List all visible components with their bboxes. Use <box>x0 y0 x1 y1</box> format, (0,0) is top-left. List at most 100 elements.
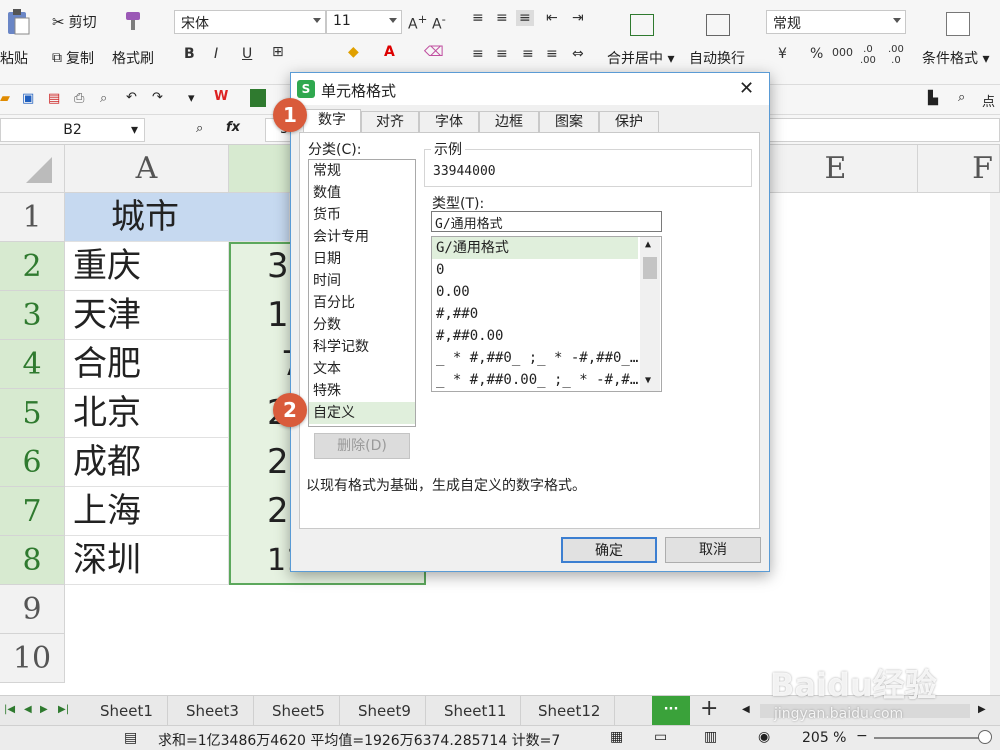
more-sheets-button[interactable]: ··· <box>652 696 690 726</box>
save-icon[interactable]: ▣ <box>22 91 34 106</box>
type-input[interactable]: G/通用格式 <box>431 211 662 232</box>
sheet-tab-6[interactable]: Sheet12 <box>524 696 616 726</box>
category-item[interactable]: 数值 <box>309 182 415 204</box>
ok-button[interactable]: 确定 <box>561 537 657 563</box>
cell-a7[interactable]: 上海 <box>65 487 229 536</box>
cell-a5[interactable]: 北京 <box>65 389 229 438</box>
border-icon[interactable]: ⊞ <box>272 44 284 60</box>
align-bottom-icon[interactable]: ≡ <box>516 10 534 26</box>
row-header-8[interactable]: 8 <box>0 536 65 585</box>
reading-mode-icon[interactable]: ◉ <box>758 729 770 745</box>
category-item[interactable]: 日期 <box>309 248 415 270</box>
row-header-3[interactable]: 3 <box>0 291 65 340</box>
scroll-up-icon[interactable]: ▲ <box>645 239 651 250</box>
cell-a2[interactable]: 重庆 <box>65 242 229 291</box>
tab-protection[interactable]: 保护 <box>599 111 659 133</box>
category-item[interactable]: 常规 <box>309 160 415 182</box>
zoom-level[interactable]: 205 % <box>802 730 846 746</box>
wrap-text-button[interactable]: 自动换行 <box>689 48 745 68</box>
cell-a8[interactable]: 深圳 <box>65 536 229 585</box>
category-item[interactable]: 会计专用 <box>309 226 415 248</box>
format-item[interactable]: _ * #,##0_ ;_ * -#,##0_… <box>432 347 638 369</box>
category-item[interactable]: 特殊 <box>309 380 415 402</box>
currency-icon[interactable]: ¥ <box>778 46 787 62</box>
print-preview-icon[interactable]: ⌕ <box>100 91 107 106</box>
category-item-custom[interactable]: 自定义 <box>309 402 415 424</box>
row-header-2[interactable]: 2 <box>0 242 65 291</box>
zoom-out-icon[interactable]: − <box>856 728 868 744</box>
increase-decimal-icon[interactable]: .0.00 <box>860 44 876 66</box>
export-pdf-icon[interactable]: ▤ <box>48 91 60 106</box>
format-painter-button[interactable]: 格式刷 <box>112 48 154 68</box>
sheet-tab-5[interactable]: Sheet11 <box>430 696 522 726</box>
category-list[interactable]: 常规 数值 货币 会计专用 日期 时间 百分比 分数 科学记数 文本 特殊 自定… <box>308 159 416 427</box>
column-header-e[interactable]: E <box>754 145 918 193</box>
next-sheet-icon[interactable]: ▶ <box>40 704 48 715</box>
add-sheet-button[interactable]: + <box>700 696 718 721</box>
zoom-slider-thumb[interactable] <box>978 730 992 744</box>
font-name-select[interactable]: 宋体 <box>174 10 326 34</box>
tab-border[interactable]: 边框 <box>479 111 539 133</box>
tab-pattern[interactable]: 图案 <box>539 111 599 133</box>
format-painter-icon[interactable] <box>122 10 144 36</box>
cell-a1[interactable]: 城市 <box>65 193 290 242</box>
category-item[interactable]: 分数 <box>309 314 415 336</box>
page-layout-icon[interactable]: ▭ <box>654 729 667 745</box>
open-icon[interactable]: ▰ <box>0 91 10 106</box>
bold-icon[interactable]: B <box>184 46 195 62</box>
format-item[interactable]: 0 <box>432 259 638 281</box>
fill-color-icon[interactable]: ◆ <box>348 44 359 60</box>
cell-a6[interactable]: 成都 <box>65 438 229 487</box>
cut-button[interactable]: ✂ 剪切 <box>52 12 97 32</box>
first-sheet-icon[interactable]: |◀ <box>4 704 15 715</box>
tab-alignment[interactable]: 对齐 <box>361 111 419 133</box>
format-item[interactable]: #,##0 <box>432 303 638 325</box>
fx-button[interactable]: fx <box>226 120 240 135</box>
normal-view-icon[interactable]: ▦ <box>610 729 623 745</box>
category-item[interactable]: 货币 <box>309 204 415 226</box>
dialog-titlebar[interactable]: S 单元格格式 ✕ <box>291 73 769 105</box>
cancel-button[interactable]: 取消 <box>665 537 761 563</box>
zoom-formula-icon[interactable]: ⌕ <box>196 121 203 136</box>
sheet-tab-3[interactable]: Sheet5 <box>258 696 340 726</box>
search-icon[interactable]: ⌕ <box>958 90 965 105</box>
paste-icon[interactable] <box>6 8 30 36</box>
font-grow-icon[interactable]: A+ <box>408 12 427 33</box>
clear-format-icon[interactable]: ⌫ <box>424 44 444 60</box>
format-item[interactable]: 0.00 <box>432 281 638 303</box>
indent-increase-icon[interactable]: ⇥ <box>572 10 584 26</box>
category-item[interactable]: 科学记数 <box>309 336 415 358</box>
prev-sheet-icon[interactable]: ◀ <box>24 704 32 715</box>
conditional-format-button[interactable]: 条件格式 ▾ <box>922 48 989 68</box>
number-format-select[interactable]: 常规 <box>766 10 906 34</box>
tab-number[interactable]: 数字 <box>303 109 361 133</box>
font-size-select[interactable]: 11 <box>326 10 402 34</box>
row-header-10[interactable]: 10 <box>0 634 65 683</box>
align-top-icon[interactable]: ≡ <box>472 10 484 26</box>
indent-decrease-icon[interactable]: ⇤ <box>546 10 558 26</box>
close-icon[interactable]: ✕ <box>739 78 754 99</box>
row-header-6[interactable]: 6 <box>0 438 65 487</box>
column-header-a[interactable]: A <box>65 145 229 193</box>
wrap-text-icon[interactable] <box>706 14 730 36</box>
pin-icon[interactable]: ▙ <box>928 91 938 106</box>
category-item[interactable]: 文本 <box>309 358 415 380</box>
underline-icon[interactable]: U <box>242 46 252 62</box>
sheet-tab-4[interactable]: Sheet9 <box>344 696 426 726</box>
scroll-thumb[interactable] <box>643 257 657 279</box>
cell-a3[interactable]: 天津 <box>65 291 229 340</box>
align-right-icon[interactable]: ≡ <box>522 46 534 62</box>
customize-dropdown-icon[interactable]: ▾ <box>188 91 195 106</box>
percent-button[interactable]: % <box>810 46 823 62</box>
font-color-icon[interactable]: A <box>384 44 395 60</box>
format-item[interactable]: G/通用格式 <box>432 237 638 259</box>
merge-center-button[interactable]: 合并居中 ▾ <box>607 48 674 68</box>
copy-button[interactable]: ⧉ 复制 <box>52 48 94 68</box>
align-left-icon[interactable]: ≡ <box>472 46 484 62</box>
thousands-button[interactable]: 000 <box>832 46 853 59</box>
row-header-4[interactable]: 4 <box>0 340 65 389</box>
align-center-icon[interactable]: ≡ <box>496 46 508 62</box>
vertical-scrollbar-track[interactable] <box>990 193 1000 695</box>
format-item[interactable]: _ * #,##0.00_ ;_ * -#,#… <box>432 369 638 391</box>
sheet-tab-1[interactable]: Sheet1 <box>86 696 168 726</box>
